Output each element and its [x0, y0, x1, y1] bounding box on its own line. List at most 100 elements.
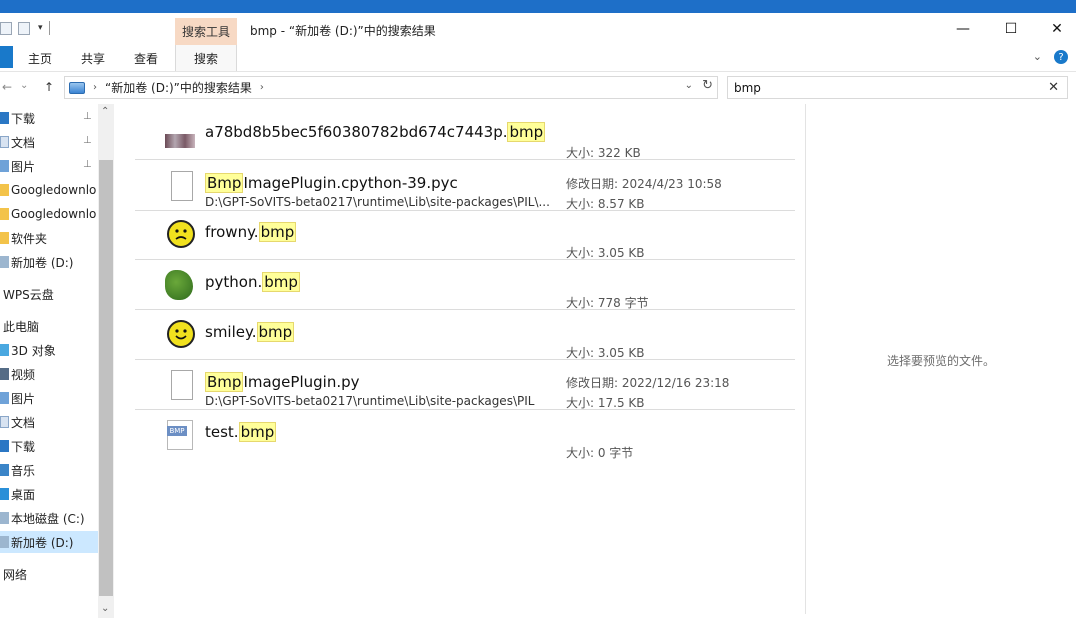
file-name[interactable]: python. bmp	[205, 272, 300, 292]
clear-search-icon[interactable]: ✕	[1048, 80, 1059, 95]
search-match-highlight: bmp	[258, 222, 297, 242]
frowny-face-icon	[167, 220, 195, 248]
ribbon-divider	[0, 71, 1076, 72]
sidebar-item[interactable]: 新加卷 (D:)	[0, 251, 98, 273]
scroll-down-icon[interactable]: ⌄	[101, 603, 109, 614]
file-size: 大小: 0 字节	[566, 446, 634, 460]
sidebar-item-label: 本地磁盘 (C:)	[11, 511, 85, 526]
file-modified-date: 修改日期: 2022/12/16 23:18	[566, 376, 730, 390]
file-name[interactable]: smiley. bmp	[205, 322, 295, 342]
drive-icon	[69, 81, 85, 94]
search-match-highlight: Bmp	[205, 372, 244, 392]
sidebar-item-label: 新加卷 (D:)	[11, 535, 74, 550]
sidebar-item[interactable]: 图片 ⊥	[0, 155, 98, 177]
address-row: ← ⌄ ↑ › “新加卷 (D:)”中的搜索结果 › ⌄ ↻ ✕	[0, 74, 1076, 102]
search-match-highlight: bmp	[238, 422, 277, 442]
result-row[interactable]: frowny. bmp 大小: 3.05 KB	[135, 210, 795, 260]
pin-icon[interactable]: ⊥	[83, 135, 92, 146]
result-row[interactable]: a78bd8b5bec5f60380782bd674c7443p. bmp 大小: …	[135, 110, 795, 160]
address-dropdown-icon[interactable]: ⌄	[685, 80, 693, 91]
folder-icon	[0, 184, 9, 196]
desktop-icon	[0, 488, 9, 500]
qat-customize-icon[interactable]: ▾	[38, 23, 43, 33]
sidebar-item[interactable]: 桌面	[0, 483, 98, 505]
up-button[interactable]: ↑	[44, 80, 54, 94]
minimize-button[interactable]: —	[940, 13, 986, 45]
pin-icon[interactable]: ⊥	[83, 159, 92, 170]
recent-locations-button[interactable]: ⌄	[20, 80, 28, 91]
sidebar-item[interactable]: 图片	[0, 387, 98, 409]
sidebar-item[interactable]: Googledownlo	[0, 203, 98, 225]
search-match-highlight: bmp	[507, 122, 546, 142]
file-name[interactable]: frowny. bmp	[205, 222, 297, 242]
search-input[interactable]	[734, 80, 1034, 95]
result-row[interactable]: Bmp ImagePlugin.cpython-39.pyc D:\GPT-SoVI…	[135, 161, 795, 211]
title-bar: ▾ 搜索工具 bmp - “新加卷 (D:)”中的搜索结果 — ☐ ✕	[0, 13, 1076, 45]
close-button[interactable]: ✕	[1034, 13, 1076, 45]
nav-scrollbar[interactable]: ⌃ ⌄	[98, 104, 114, 618]
row-divider	[135, 159, 795, 160]
sidebar-item[interactable]: 下载 ⊥	[0, 107, 98, 129]
sidebar-item[interactable]: 本地磁盘 (C:)	[0, 507, 98, 529]
search-match-highlight: Bmp	[205, 173, 244, 193]
sidebar-item[interactable]: Googledownlo	[0, 179, 98, 201]
file-name[interactable]: Bmp ImagePlugin.cpython-39.pyc	[205, 173, 458, 193]
image-thumbnail-icon	[165, 134, 195, 148]
context-tab-header: 搜索工具	[175, 18, 237, 45]
quick-access-toolbar: ▾	[0, 21, 50, 35]
smiley-face-icon	[167, 320, 195, 348]
sidebar-item-label: 音乐	[11, 463, 36, 478]
picture-icon	[0, 160, 9, 172]
sidebar-item-label: Googledownlo	[11, 183, 97, 197]
sidebar-item[interactable]: 文档 ⊥	[0, 131, 98, 153]
file-name-text: ImagePlugin.cpython-39.pyc	[243, 174, 458, 192]
file-name-text: test.	[205, 423, 239, 441]
preview-empty-text: 选择要预览的文件。	[886, 354, 995, 368]
breadcrumb-arrow[interactable]: ›	[260, 82, 264, 93]
refresh-icon[interactable]: ↻	[702, 78, 713, 93]
qat-separator	[48, 21, 50, 35]
result-row[interactable]: BMP test. bmp 大小: 0 字节	[135, 410, 795, 460]
file-menu-button[interactable]	[0, 46, 13, 68]
folder-icon	[0, 232, 9, 244]
sidebar-item[interactable]: 此电脑	[0, 315, 98, 337]
file-name[interactable]: Bmp ImagePlugin.py	[205, 372, 360, 392]
sidebar-item[interactable]: 视频	[0, 363, 98, 385]
back-button[interactable]: ←	[2, 80, 12, 94]
result-row[interactable]: Bmp ImagePlugin.py D:\GPT-SoVITS-beta0217\…	[135, 360, 795, 410]
file-name[interactable]: test. bmp	[205, 422, 277, 442]
scroll-thumb[interactable]	[99, 160, 113, 596]
scroll-up-icon[interactable]: ⌃	[101, 106, 109, 117]
tab-share[interactable]: 共享	[81, 50, 105, 67]
file-name[interactable]: a78bd8b5bec5f60380782bd674c7443p. bmp	[205, 122, 546, 142]
breadcrumb-separator[interactable]: ›	[93, 82, 97, 93]
pin-icon[interactable]: ⊥	[83, 111, 92, 122]
properties-icon[interactable]	[0, 21, 12, 35]
maximize-button[interactable]: ☐	[988, 13, 1034, 45]
new-folder-icon[interactable]	[18, 21, 30, 35]
window-top-accent	[0, 0, 1076, 13]
sidebar-item[interactable]: 文档	[0, 411, 98, 433]
sidebar-item[interactable]: 软件夹	[0, 227, 98, 249]
document-icon	[171, 370, 193, 400]
sidebar-item[interactable]: 音乐	[0, 459, 98, 481]
expand-ribbon-icon[interactable]: ⌄	[1033, 50, 1042, 64]
sidebar-item[interactable]: 网络	[0, 563, 98, 585]
sidebar-item[interactable]: 新加卷 (D:)	[0, 531, 98, 553]
sidebar-item[interactable]: 下载	[0, 435, 98, 457]
sidebar-item[interactable]: WPS云盘	[0, 283, 98, 305]
sidebar-item[interactable]: 3D 对象	[0, 339, 98, 361]
file-modified-date: 修改日期: 2024/4/23 10:58	[566, 177, 722, 191]
result-row[interactable]: python. bmp 大小: 778 字节	[135, 260, 795, 310]
tab-search[interactable]: 搜索	[175, 45, 237, 71]
tab-home[interactable]: 主页	[28, 50, 52, 67]
breadcrumb-search-results[interactable]: “新加卷 (D:)”中的搜索结果	[105, 79, 252, 96]
address-bar[interactable]: › “新加卷 (D:)”中的搜索结果 › ⌄ ↻	[64, 76, 718, 99]
sidebar-item-label: 图片	[11, 159, 36, 174]
download-icon	[0, 112, 9, 124]
search-box[interactable]: ✕	[727, 76, 1068, 99]
help-icon[interactable]: ?	[1054, 50, 1068, 64]
result-row[interactable]: smiley. bmp 大小: 3.05 KB	[135, 310, 795, 360]
search-match-highlight: bmp	[256, 322, 295, 342]
tab-view[interactable]: 查看	[134, 50, 158, 67]
